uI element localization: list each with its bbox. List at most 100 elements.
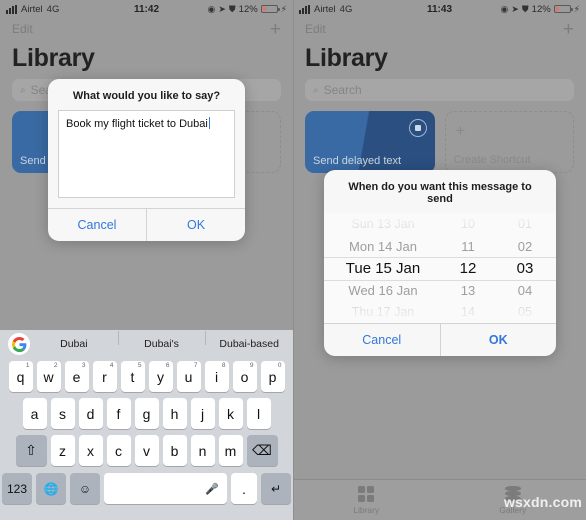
- cancel-button[interactable]: Cancel: [48, 209, 146, 241]
- message-text: Book my flight ticket to Dubai: [66, 118, 208, 130]
- page-title: Library: [305, 44, 388, 72]
- globe-icon[interactable]: 🌐: [36, 473, 66, 504]
- backspace-key[interactable]: ⌫: [246, 435, 278, 466]
- alert-buttons: Cancel OK: [48, 208, 245, 241]
- key-num-5: 5: [137, 362, 142, 369]
- keyboard-row-1: 1q 2w 3e 4r 5t 6y 7u 8i 9o 0p: [0, 358, 293, 395]
- key-p[interactable]: 0p: [260, 361, 285, 392]
- picker-option[interactable]: 10: [442, 213, 494, 235]
- key-d[interactable]: d: [78, 398, 103, 429]
- google-g-logo-icon[interactable]: [8, 333, 30, 355]
- picker-option[interactable]: 14: [442, 301, 494, 323]
- picker-column-hour[interactable]: 10 11 12 13 14: [442, 213, 494, 323]
- shield-icon: ⛊: [521, 3, 529, 14]
- picker-option[interactable]: 05: [494, 301, 556, 323]
- search-input[interactable]: ⌕ Search: [305, 79, 574, 101]
- key-z[interactable]: z: [50, 435, 75, 466]
- edit-button[interactable]: Edit: [305, 22, 326, 36]
- picker-option[interactable]: Mon 14 Jan: [324, 235, 442, 257]
- picker-option[interactable]: 11: [442, 235, 494, 257]
- edit-button[interactable]: Edit: [12, 22, 33, 36]
- tab-library[interactable]: Library: [293, 480, 440, 520]
- picker-option[interactable]: Wed 16 Jan: [324, 279, 442, 301]
- picker-option[interactable]: 02: [494, 235, 556, 257]
- location-icon: ◉: [207, 3, 216, 14]
- key-x[interactable]: x: [78, 435, 103, 466]
- key-y[interactable]: 6y: [148, 361, 173, 392]
- key-u[interactable]: 7u: [176, 361, 201, 392]
- add-shortcut-button[interactable]: +: [563, 20, 574, 39]
- emoji-icon[interactable]: ☺: [70, 473, 100, 504]
- battery-icon: [260, 4, 280, 14]
- key-g[interactable]: g: [134, 398, 159, 429]
- picker-column-minute[interactable]: 01 02 03 04 05: [494, 213, 556, 323]
- shortcut-card-send-delayed-text[interactable]: Send delayed text: [305, 111, 435, 173]
- text-input-alert: What would you like to say? Book my flig…: [48, 79, 245, 241]
- picker-option[interactable]: Sun 13 Jan: [324, 213, 442, 235]
- picker-option[interactable]: 04: [494, 279, 556, 301]
- picker-selected-minute[interactable]: 03: [494, 257, 556, 279]
- status-bar-left: Airtel 4G 11:42 ◉ ➤ ⛊ 12% ⚡: [0, 0, 293, 18]
- search-placeholder: Search: [323, 83, 362, 97]
- navigation-icon: ➤: [218, 3, 226, 14]
- key-l[interactable]: l: [246, 398, 271, 429]
- text-caret: [208, 117, 210, 129]
- create-shortcut-card[interactable]: + Create Shortcut: [444, 111, 574, 173]
- picker-column-date[interactable]: Sun 13 Jan Mon 14 Jan Tue 15 Jan Wed 16 …: [324, 213, 442, 323]
- return-key[interactable]: ↵: [261, 473, 291, 504]
- ok-button[interactable]: OK: [146, 209, 245, 241]
- dual-screenshot: Airtel 4G 11:42 ◉ ➤ ⛊ 12% ⚡ Edit + Libra…: [0, 0, 586, 520]
- key-a[interactable]: a: [22, 398, 47, 429]
- key-o[interactable]: 9o: [232, 361, 257, 392]
- key-label: i: [214, 368, 219, 385]
- period-key[interactable]: .: [231, 473, 257, 504]
- picker-option[interactable]: Thu 17 Jan: [324, 301, 442, 323]
- suggestion-1[interactable]: Dubai: [30, 338, 118, 350]
- picker-option[interactable]: 13: [442, 279, 494, 301]
- key-r[interactable]: 4r: [92, 361, 117, 392]
- battery-icon: [553, 4, 573, 14]
- message-textarea[interactable]: Book my flight ticket to Dubai: [58, 110, 235, 198]
- search-icon: ⌕: [313, 84, 319, 96]
- suggestion-2[interactable]: Dubai's: [117, 331, 206, 350]
- key-h[interactable]: h: [162, 398, 187, 429]
- key-w[interactable]: 2w: [36, 361, 61, 392]
- key-b[interactable]: b: [162, 435, 187, 466]
- key-e[interactable]: 3e: [64, 361, 89, 392]
- datetime-picker-alert: When do you want this message to send Su…: [324, 170, 556, 356]
- key-label: t: [130, 368, 135, 385]
- left-phone-screen: Airtel 4G 11:42 ◉ ➤ ⛊ 12% ⚡ Edit + Libra…: [0, 0, 293, 520]
- key-c[interactable]: c: [106, 435, 131, 466]
- shortcut-cards-right: Send delayed text + Create Shortcut: [293, 101, 586, 173]
- key-m[interactable]: m: [218, 435, 243, 466]
- picker-alert-title: When do you want this message to send: [348, 181, 532, 205]
- key-n[interactable]: n: [190, 435, 215, 466]
- microphone-icon[interactable]: 🎤: [205, 482, 219, 495]
- numbers-key[interactable]: 123: [2, 473, 32, 504]
- datetime-picker[interactable]: Sun 13 Jan Mon 14 Jan Tue 15 Jan Wed 16 …: [324, 213, 556, 323]
- key-num-6: 6: [165, 362, 170, 369]
- key-t[interactable]: 5t: [120, 361, 145, 392]
- key-k[interactable]: k: [218, 398, 243, 429]
- key-label: u: [184, 368, 193, 385]
- key-i[interactable]: 8i: [204, 361, 229, 392]
- ok-button[interactable]: OK: [439, 324, 557, 356]
- cancel-button[interactable]: Cancel: [324, 324, 440, 356]
- key-v[interactable]: v: [134, 435, 159, 466]
- shift-key[interactable]: ⇧: [15, 435, 47, 466]
- picker-selected-date[interactable]: Tue 15 Jan: [324, 257, 442, 279]
- key-s[interactable]: s: [50, 398, 75, 429]
- key-q[interactable]: 1q: [8, 361, 33, 392]
- key-j[interactable]: j: [190, 398, 215, 429]
- page-title: Library: [12, 44, 95, 72]
- alert-title: What would you like to say?: [72, 90, 221, 102]
- status-bar-right: Airtel 4G 11:43 ◉ ➤ ⛊ 12% ⚡: [293, 0, 586, 18]
- alert-body: Book my flight ticket to Dubai: [48, 110, 245, 208]
- key-f[interactable]: f: [106, 398, 131, 429]
- create-shortcut-label: Create Shortcut: [453, 154, 531, 166]
- picker-selected-hour[interactable]: 12: [442, 257, 494, 279]
- grid-icon: [358, 485, 375, 502]
- picker-option[interactable]: 01: [494, 213, 556, 235]
- suggestion-3[interactable]: Dubai-based: [205, 331, 293, 350]
- add-shortcut-button[interactable]: +: [270, 20, 281, 39]
